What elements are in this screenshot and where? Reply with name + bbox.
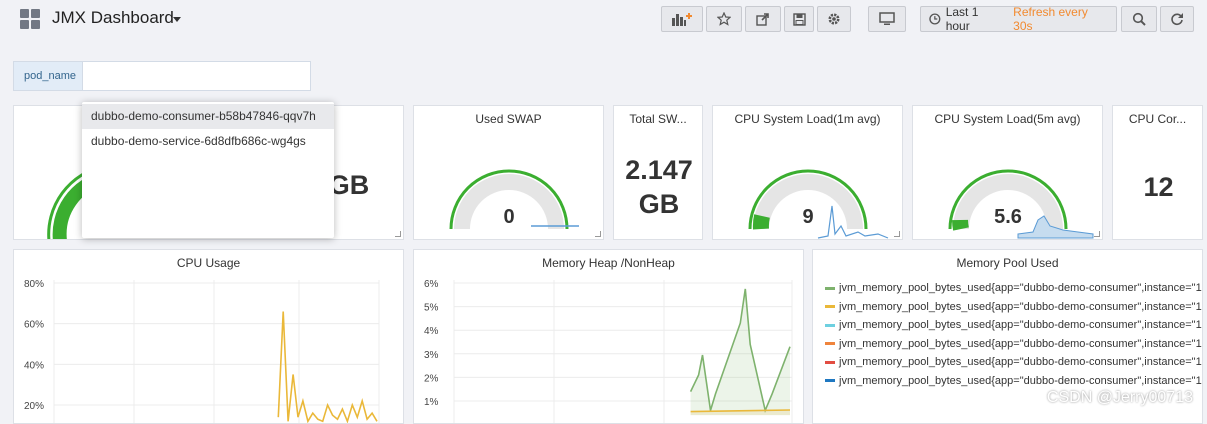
y-tick-label: 80% [24, 279, 44, 290]
watermark: CSDN @Jerry00713 [1046, 389, 1193, 406]
panel-title: Total SW... [629, 112, 687, 126]
panel-title: CPU System Load(1m avg) [734, 112, 881, 126]
star-icon [717, 12, 731, 26]
pod-name-option[interactable]: dubbo-demo-service-6d8dfb686c-wg4gs [82, 129, 334, 154]
used-swap-panel[interactable]: Used SWAP 0 [413, 105, 604, 240]
pod-name-variable-input[interactable] [83, 61, 311, 91]
legend-swatch [825, 286, 835, 290]
legend-swatch [825, 342, 835, 346]
pod-name-option[interactable]: dubbo-demo-consumer-b58b47846-qqv7h [82, 104, 334, 129]
save-button[interactable] [784, 6, 814, 32]
bar-chart-plus-icon [672, 13, 692, 26]
y-tick-label: 6% [424, 279, 439, 290]
time-picker-button[interactable]: Last 1 hour Refresh every 30s [920, 5, 1117, 33]
cpu-cores-panel[interactable]: CPU Cor... 12 [1112, 105, 1203, 240]
cpu-usage-panel[interactable]: CPU Usage 80% 60% 40% 20% [13, 249, 404, 424]
series-area [690, 288, 790, 416]
panel-title: Used SWAP [475, 112, 542, 126]
cpu-load-1m-panel[interactable]: CPU System Load(1m avg) 9 [712, 105, 903, 240]
panel-title: Memory Pool Used [956, 256, 1059, 270]
pod-name-options-dropdown: dubbo-demo-consumer-b58b47846-qqv7h dubb… [82, 102, 334, 238]
cpu-load-1m-value: 9 [802, 206, 814, 228]
time-range-label: Last 1 hour [945, 5, 979, 33]
y-tick-label: 60% [24, 320, 44, 331]
legend-swatch [825, 360, 835, 364]
memory-heap-panel[interactable]: Memory Heap /NonHeap 6% 5% 4% 3% 2% 1% [413, 249, 804, 424]
panel-title: CPU Cor... [1128, 112, 1187, 126]
zoom-out-button[interactable] [1121, 6, 1157, 32]
y-tick-label: 5% [424, 303, 439, 314]
legend-label: jvm_memory_pool_bytes_used{app="dubbo-de… [839, 374, 1203, 387]
total-swap-panel[interactable]: Total SW... 2.147 GB [613, 105, 703, 240]
clock-icon [929, 13, 941, 25]
star-button[interactable] [706, 6, 742, 32]
legend-swatch [825, 305, 835, 309]
share-button[interactable] [745, 6, 781, 32]
legend-label: jvm_memory_pool_bytes_used{app="dubbo-de… [839, 356, 1203, 368]
y-tick-label: 4% [424, 326, 439, 337]
memory-heap-chart: 6% 5% 4% 3% 2% 1% [424, 279, 793, 423]
y-tick-label: 40% [24, 360, 44, 371]
legend-label: jvm_memory_pool_bytes_used{app="dubbo-de… [839, 337, 1203, 350]
legend-item[interactable]: jvm_memory_pool_bytes_used{app="dubbo-de… [825, 279, 1203, 297]
legend-item[interactable]: jvm_memory_pool_bytes_used{app="dubbo-de… [825, 372, 1203, 390]
pod-name-variable-label: pod_name [13, 61, 83, 91]
legend-item[interactable]: jvm_memory_pool_bytes_used{app="dubbo-de… [825, 298, 1203, 316]
title-chevron-down-icon[interactable] [173, 17, 181, 22]
cpu-cores-value: 12 [1143, 172, 1174, 202]
dashboard-title[interactable]: JMX Dashboard [52, 8, 174, 28]
monitor-icon [879, 12, 895, 25]
y-tick-label: 3% [424, 350, 439, 361]
legend-label: jvm_memory_pool_bytes_used{app="dubbo-de… [839, 300, 1203, 313]
legend-label: jvm_memory_pool_bytes_used{app="dubbo-de… [839, 282, 1203, 294]
used-swap-value: 0 [503, 206, 515, 228]
refresh-icon [1171, 13, 1183, 26]
panel-resize-handle[interactable] [894, 231, 900, 237]
tv-mode-button[interactable] [868, 6, 906, 32]
add-panel-button[interactable] [661, 6, 703, 32]
y-tick-label: 2% [424, 373, 439, 384]
total-swap-unit: GB [638, 189, 680, 219]
panel-title: CPU System Load(5m avg) [934, 112, 1081, 126]
search-icon [1132, 12, 1146, 26]
legend-item[interactable]: jvm_memory_pool_bytes_used{app="dubbo-de… [825, 353, 1203, 371]
share-icon [756, 13, 769, 26]
refresh-button[interactable] [1160, 6, 1194, 32]
legend-swatch [825, 323, 835, 327]
y-tick-label: 20% [24, 401, 44, 412]
gear-icon [828, 13, 840, 25]
cpu-usage-chart: 80% 60% 40% 20% [24, 279, 380, 423]
y-tick-label: 1% [424, 397, 439, 408]
panel-resize-handle[interactable] [395, 231, 401, 237]
panel-resize-handle[interactable] [595, 231, 601, 237]
panel-resize-handle[interactable] [1094, 231, 1100, 237]
save-icon [792, 12, 806, 26]
legend-label: jvm_memory_pool_bytes_used{app="dubbo-de… [839, 319, 1203, 331]
legend-item[interactable]: jvm_memory_pool_bytes_used{app="dubbo-de… [825, 316, 1203, 334]
dashboard-grid-icon[interactable] [20, 9, 40, 29]
settings-button[interactable] [817, 6, 851, 32]
legend-swatch [825, 379, 835, 383]
cpu-load-5m-value: 5.6 [994, 206, 1022, 228]
total-swap-value: 2.147 [625, 155, 693, 185]
cpu-load-5m-panel[interactable]: CPU System Load(5m avg) 5.6 [912, 105, 1103, 240]
refresh-interval-label: Refresh every 30s [1013, 5, 1088, 33]
legend-item[interactable]: jvm_memory_pool_bytes_used{app="dubbo-de… [825, 335, 1203, 353]
